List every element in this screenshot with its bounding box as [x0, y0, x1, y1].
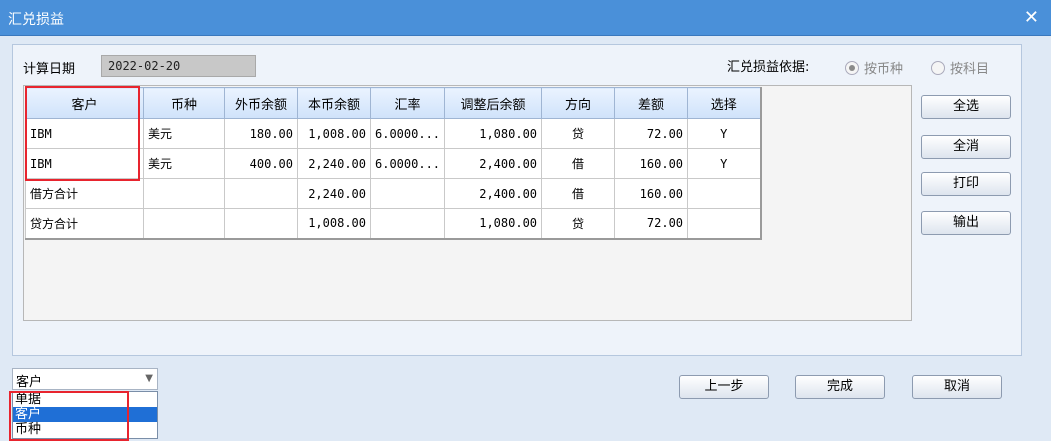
window-title: 汇兑损益	[8, 12, 64, 28]
close-icon[interactable]: ✕	[1024, 7, 1039, 28]
radio-label: 按币种	[864, 62, 904, 77]
exchange-table: 客户 币种 外币余额 本币余额 汇率 调整后余额 方向 差额 选择 IBM 美元	[25, 87, 762, 240]
radio-label: 按科目	[950, 62, 990, 77]
column-header[interactable]: 外币余额	[224, 87, 298, 119]
table-cell[interactable]	[143, 208, 225, 239]
dropdown-option[interactable]: 单据	[13, 392, 157, 407]
column-header[interactable]: 方向	[541, 87, 616, 119]
dropdown-option[interactable]: 币种	[13, 422, 157, 437]
title-bar: 汇兑损益 ✕	[0, 0, 1051, 36]
table-cell[interactable]: 72.00	[614, 208, 689, 239]
radio-dot	[931, 60, 945, 75]
table-row[interactable]: 贷方合计 1,008.00 1,080.00 贷 72.00	[25, 208, 762, 239]
table-cell[interactable]: IBM	[25, 118, 144, 149]
table-cell[interactable]: 2,400.00	[444, 148, 543, 179]
table-row[interactable]: IBM 美元 400.00 2,240.00 6.0000... 2,400.0…	[25, 148, 762, 179]
table-cell[interactable]: 72.00	[614, 118, 689, 149]
column-header[interactable]: 调整后余额	[444, 87, 543, 119]
table-cell[interactable]	[687, 208, 762, 239]
cancel-button[interactable]: 取消	[912, 375, 1002, 399]
calc-date-field[interactable]: 2022-02-20	[101, 55, 256, 77]
table-cell[interactable]	[143, 178, 225, 209]
table-cell[interactable]: 400.00	[224, 148, 298, 179]
table-row[interactable]: 借方合计 2,240.00 2,400.00 借 160.00	[25, 178, 762, 209]
table-cell[interactable]: 借	[541, 148, 616, 179]
column-header[interactable]: 选择	[687, 87, 762, 119]
export-button[interactable]: 输出	[921, 211, 1011, 235]
column-header[interactable]: 本币余额	[297, 87, 371, 119]
table-cell[interactable]: Y	[687, 148, 762, 179]
groupby-dropdown-list: 单据 客户 币种	[12, 391, 158, 439]
radio-by-currency[interactable]: 按币种	[845, 58, 903, 77]
calc-date-label: 计算日期	[23, 62, 76, 77]
grid-area: 客户 币种 外币余额 本币余额 汇率 调整后余额 方向 差额 选择 IBM 美元	[23, 85, 912, 321]
table-cell[interactable]: 1,008.00	[297, 208, 371, 239]
table-cell[interactable]: 160.00	[614, 178, 689, 209]
table-cell[interactable]: 贷方合计	[25, 208, 144, 239]
chevron-down-icon[interactable]: ▼	[145, 373, 153, 384]
select-all-button[interactable]: 全选	[921, 95, 1011, 119]
groupby-selected-value: 客户	[16, 375, 43, 390]
table-cell[interactable]: 1,080.00	[444, 118, 543, 149]
deselect-all-button[interactable]: 全消	[921, 135, 1011, 159]
table-cell[interactable]: 2,400.00	[444, 178, 543, 209]
table-cell[interactable]: 2,240.00	[297, 148, 371, 179]
table-cell[interactable]: 美元	[143, 118, 225, 149]
table-cell[interactable]	[687, 178, 762, 209]
table-cell[interactable]: 180.00	[224, 118, 298, 149]
radio-by-account[interactable]: 按科目	[931, 58, 989, 77]
column-header[interactable]: 客户	[25, 87, 144, 119]
table-cell[interactable]: Y	[687, 118, 762, 149]
table-cell[interactable]: 美元	[143, 148, 225, 179]
main-panel: 计算日期 2022-02-20 汇兑损益依据: 按币种 按科目 客户 币种 外币…	[12, 44, 1022, 356]
table-cell[interactable]: 1,080.00	[444, 208, 543, 239]
table-cell[interactable]: 6.0000...	[369, 118, 446, 149]
prev-step-button[interactable]: 上一步	[679, 375, 769, 399]
column-header[interactable]: 差额	[614, 87, 689, 119]
table-cell[interactable]	[369, 178, 446, 209]
table-row[interactable]: IBM 美元 180.00 1,008.00 6.0000... 1,080.0…	[25, 118, 762, 149]
finish-button[interactable]: 完成	[795, 375, 885, 399]
table-cell[interactable]	[369, 208, 446, 239]
table-cell[interactable]: 贷	[541, 118, 616, 149]
dialog-body: 计算日期 2022-02-20 汇兑损益依据: 按币种 按科目 客户 币种 外币…	[0, 36, 1051, 441]
radio-dot	[845, 60, 859, 75]
table-cell[interactable]: 借方合计	[25, 178, 144, 209]
table-cell[interactable]: 2,240.00	[297, 178, 371, 209]
table-cell[interactable]: 借	[541, 178, 616, 209]
table-header-row: 客户 币种 外币余额 本币余额 汇率 调整后余额 方向 差额 选择	[25, 87, 762, 119]
column-header[interactable]: 币种	[143, 87, 225, 119]
column-header[interactable]: 汇率	[369, 87, 446, 119]
groupby-select[interactable]: 客户 ▼	[12, 368, 158, 390]
table-cell[interactable]: 6.0000...	[369, 148, 446, 179]
dropdown-option[interactable]: 客户	[13, 407, 157, 422]
table-cell[interactable]	[224, 208, 298, 239]
table-cell[interactable]	[224, 178, 298, 209]
basis-label: 汇兑损益依据:	[727, 60, 810, 75]
table-cell[interactable]: IBM	[25, 148, 144, 179]
print-button[interactable]: 打印	[921, 172, 1011, 196]
table-cell[interactable]: 贷	[541, 208, 616, 239]
table-cell[interactable]: 160.00	[614, 148, 689, 179]
table-cell[interactable]: 1,008.00	[297, 118, 371, 149]
